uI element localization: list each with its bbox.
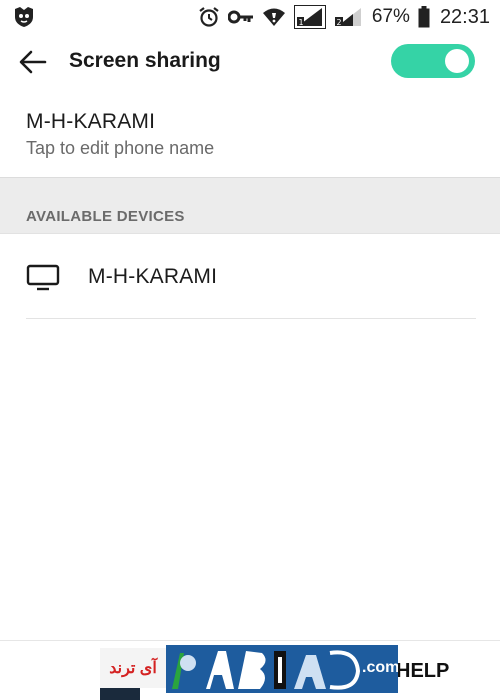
wifi-icon (262, 7, 286, 27)
watermark-persian-text: آی ترند (100, 648, 166, 688)
status-bar: 1 2 67% 22:31 (0, 0, 500, 34)
watermark-domain: .com (362, 659, 398, 676)
shield-app-icon (12, 6, 36, 28)
page-title: Screen sharing (69, 49, 221, 72)
signal-sim1-icon: 1 (293, 5, 326, 29)
watermark-logo: .com (166, 645, 398, 693)
watermark-persian-label: آی ترند (109, 660, 157, 677)
device-list-item[interactable]: M-H-KARAMI (0, 233, 500, 319)
watermark-corner (100, 688, 140, 700)
available-devices-header: AVAILABLE DEVICES (0, 177, 500, 234)
app-bar: Screen sharing (0, 34, 500, 90)
battery-percent: 67% (371, 6, 410, 27)
section-label: AVAILABLE DEVICES (26, 208, 185, 225)
back-arrow-icon[interactable] (18, 48, 52, 76)
signal-sim2-icon: 2 (334, 5, 364, 29)
vpn-key-icon (227, 9, 254, 25)
device-name: M-H-KARAMI (88, 265, 218, 288)
phone-name-hint: Tap to edit phone name (26, 138, 215, 158)
battery-icon (418, 6, 430, 28)
clock: 22:31 (439, 5, 490, 28)
sim2-label: 2 (336, 18, 341, 27)
divider (26, 318, 476, 319)
screen-sharing-toggle[interactable] (391, 44, 475, 78)
alarm-icon (198, 6, 220, 28)
tv-icon (26, 264, 62, 292)
sim1-label: 1 (298, 18, 303, 27)
toggle-knob (445, 49, 469, 73)
phone-name-row[interactable]: M-H-KARAMI Tap to edit phone name (0, 94, 500, 176)
help-button[interactable]: HELP (396, 660, 449, 683)
phone-name: M-H-KARAMI (26, 110, 156, 133)
